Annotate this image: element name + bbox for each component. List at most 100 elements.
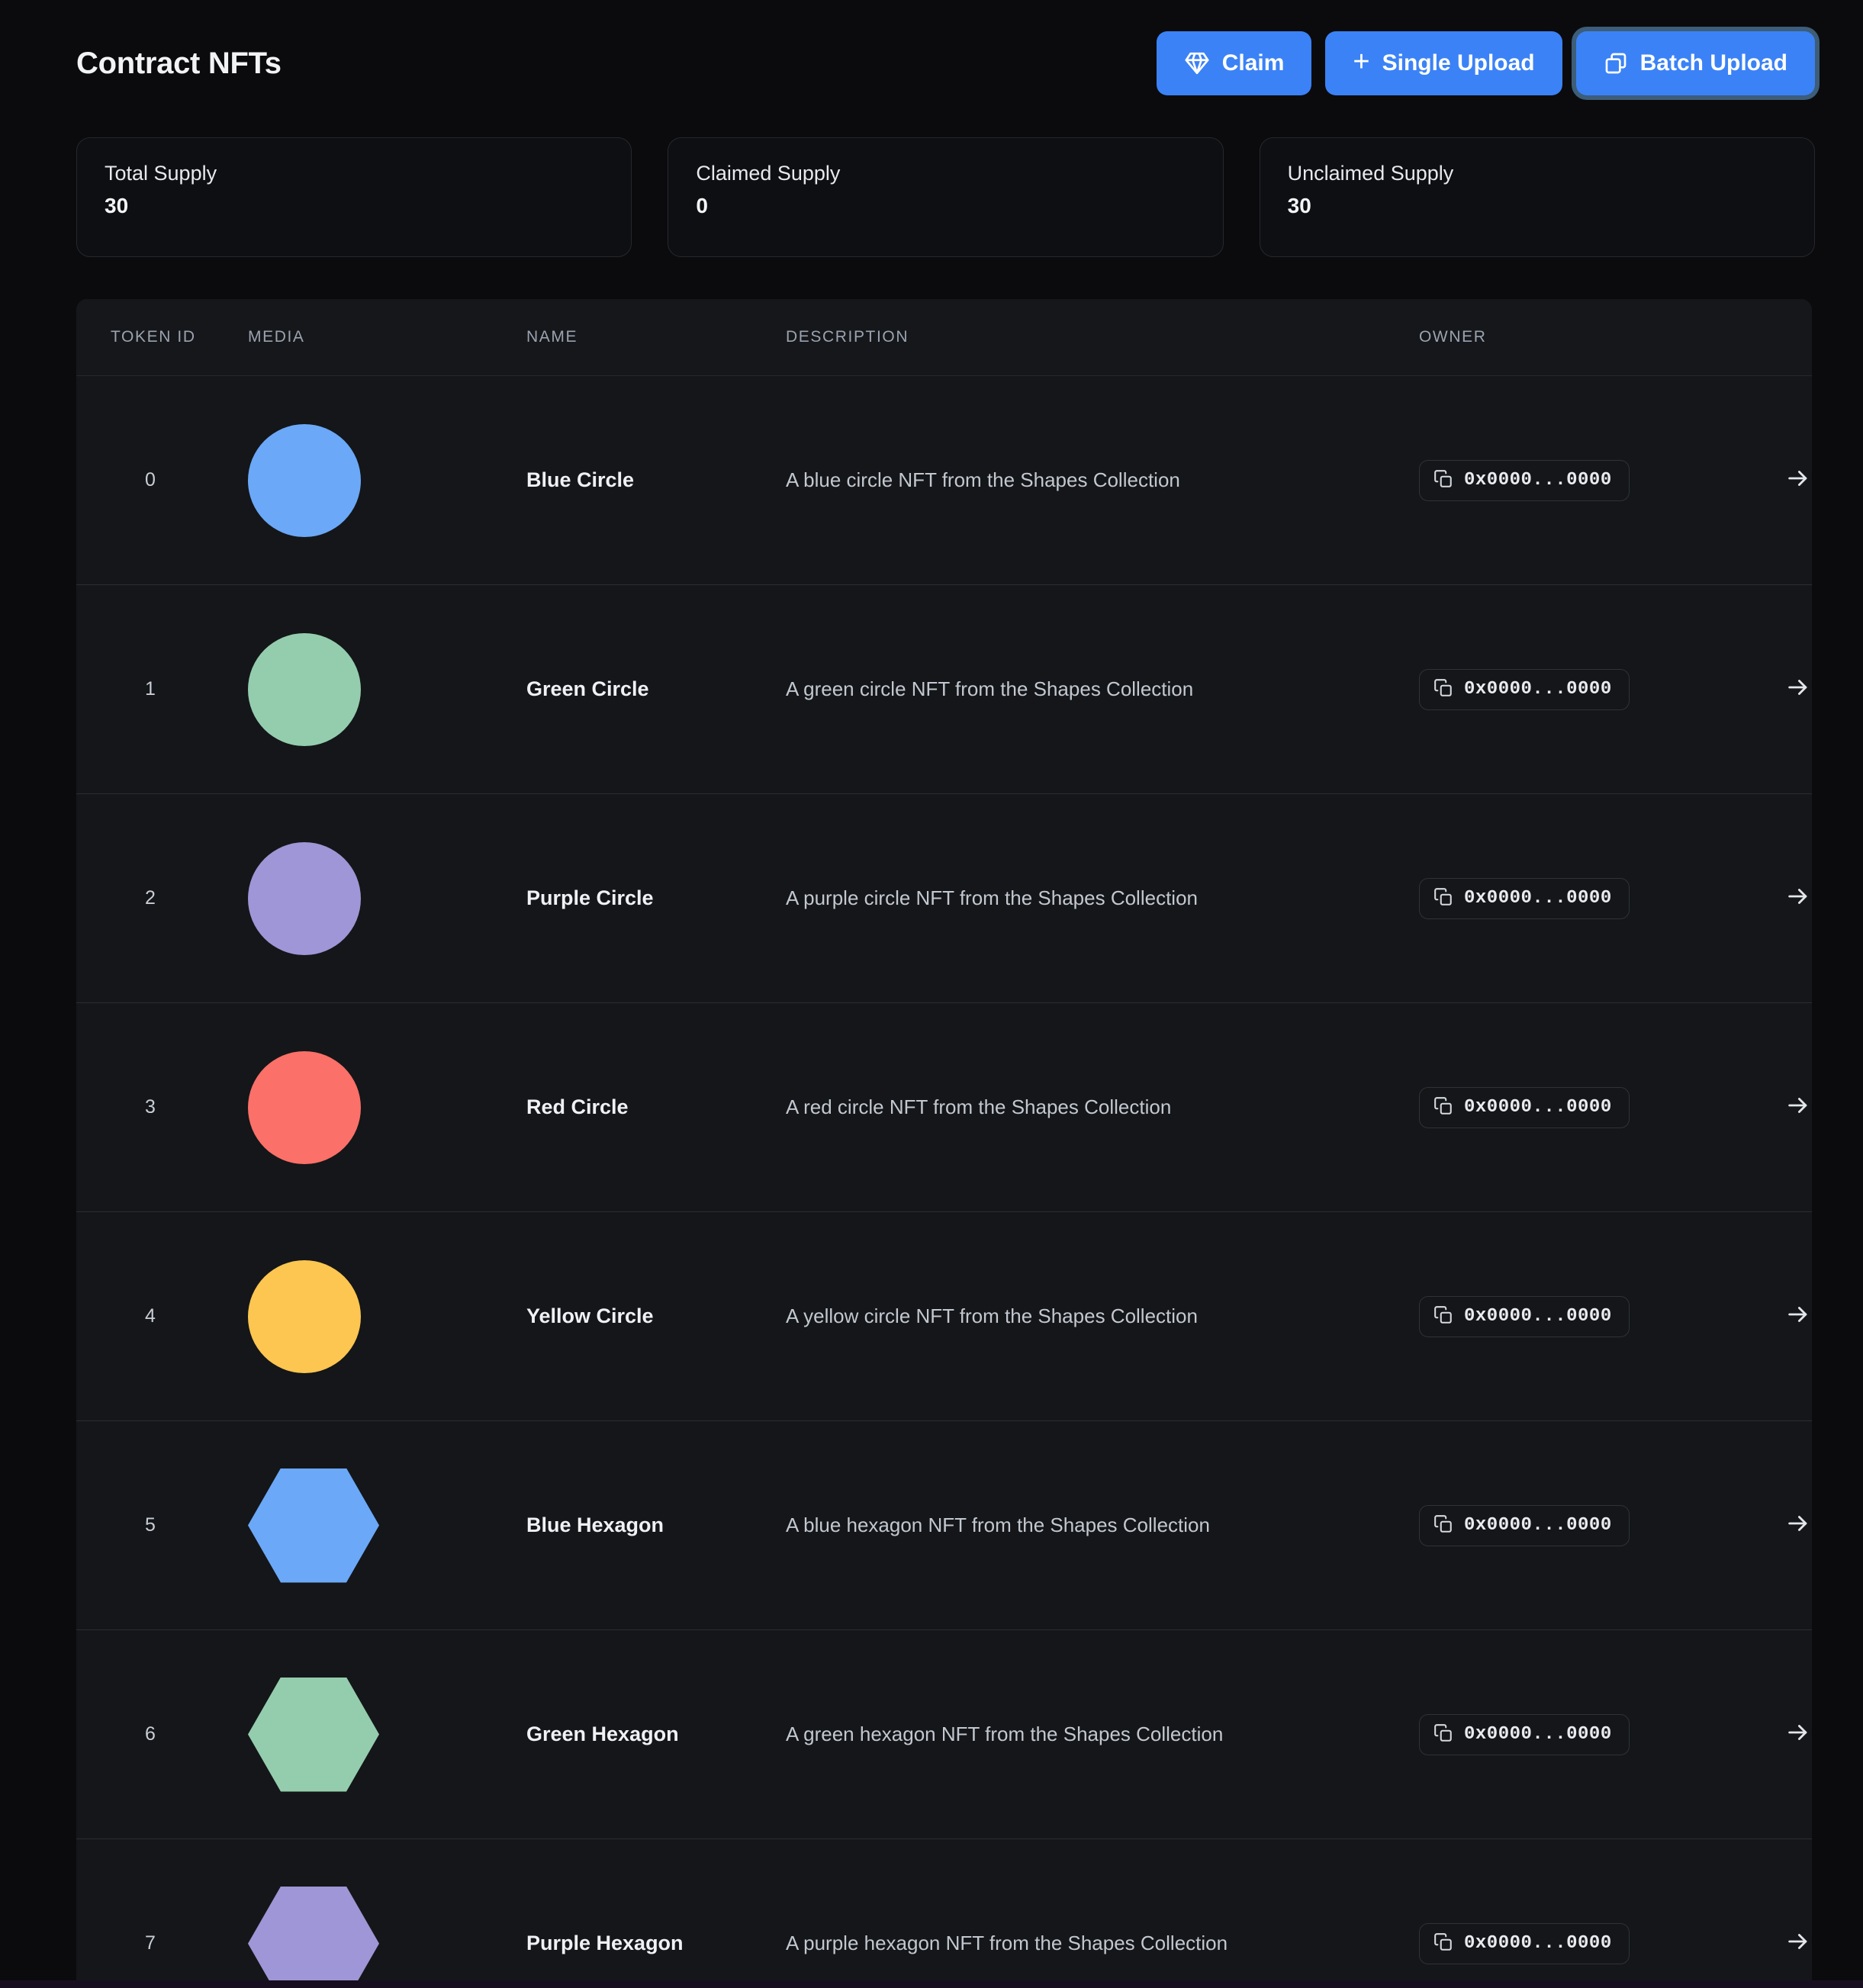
- column-header-owner: OWNER: [1419, 299, 1785, 376]
- cell-token-id: 3: [145, 1096, 156, 1118]
- owner-address: 0x0000...0000: [1464, 888, 1612, 909]
- arrow-right-icon: [1785, 1510, 1811, 1539]
- circle-shape: [248, 1259, 361, 1373]
- cell-name: Green Circle: [526, 677, 649, 700]
- claim-button[interactable]: Claim: [1156, 31, 1312, 95]
- cell-name: Purple Hexagon: [526, 1932, 684, 1955]
- row-detail-button[interactable]: [1785, 1928, 1811, 1957]
- arrow-right-icon: [1785, 1301, 1811, 1330]
- cell-description: A purple hexagon NFT from the Shapes Col…: [786, 1932, 1228, 1955]
- row-detail-button[interactable]: [1785, 1510, 1811, 1539]
- cell-media: [248, 1468, 526, 1583]
- table-row[interactable]: 6 Green Hexagon A green hexagon NFT from t…: [76, 1629, 1812, 1839]
- row-detail-button[interactable]: [1785, 1719, 1811, 1748]
- cell-token-id: 4: [145, 1305, 156, 1327]
- nft-table: TOKEN ID MEDIA NAME DESCRIPTION OWNER 0 B…: [76, 299, 1812, 1988]
- owner-copy-button[interactable]: 0x0000...0000: [1419, 1295, 1630, 1337]
- stat-value: 30: [1287, 193, 1311, 217]
- table-row[interactable]: 1 Green Circle A green circle NFT from the…: [76, 584, 1812, 794]
- single-upload-button[interactable]: + Single Upload: [1325, 31, 1562, 95]
- copy-icon: [1433, 1723, 1453, 1745]
- cell-token-id: 1: [145, 678, 156, 700]
- owner-copy-button[interactable]: 0x0000...0000: [1419, 1713, 1630, 1755]
- stat-card-unclaimed-supply: Unclaimed Supply 30: [1259, 137, 1815, 257]
- circle-shape: [248, 423, 361, 537]
- table-row[interactable]: 0 Blue Circle A blue circle NFT from the S…: [76, 375, 1812, 585]
- batch-upload-button[interactable]: Batch Upload: [1575, 31, 1815, 95]
- cell-name: Blue Circle: [526, 468, 635, 491]
- owner-copy-button[interactable]: 0x0000...0000: [1419, 1504, 1630, 1546]
- cell-name: Green Hexagon: [526, 1723, 679, 1745]
- owner-address: 0x0000...0000: [1464, 1097, 1612, 1118]
- cell-description: A green hexagon NFT from the Shapes Coll…: [786, 1723, 1224, 1745]
- cell-name: Purple Circle: [526, 886, 654, 909]
- column-header-action: [1785, 299, 1812, 376]
- table-row[interactable]: 7 Purple Hexagon A purple hexagon NFT from…: [76, 1839, 1812, 1988]
- owner-copy-button[interactable]: 0x0000...0000: [1419, 459, 1630, 501]
- cell-media: [248, 1259, 526, 1373]
- copy-icon: [1433, 678, 1453, 700]
- cell-token-id: 5: [145, 1514, 156, 1536]
- cell-token-id: 2: [145, 887, 156, 909]
- page-header: Contract NFTs Claim + Single Upload Batc…: [0, 0, 1863, 99]
- cell-media: [248, 632, 526, 746]
- batch-upload-button-label: Batch Upload: [1639, 50, 1787, 76]
- hexagon-shape: [248, 1886, 379, 1988]
- bottom-edge-tint: [0, 1980, 1863, 1988]
- circle-shape: [248, 841, 361, 955]
- cell-description: A blue circle NFT from the Shapes Collec…: [786, 468, 1180, 491]
- column-header-token-id: TOKEN ID: [76, 299, 248, 376]
- owner-address: 0x0000...0000: [1464, 1515, 1612, 1536]
- plus-icon: +: [1353, 46, 1370, 78]
- cell-name: Red Circle: [526, 1095, 629, 1118]
- nft-table-body: 0 Blue Circle A blue circle NFT from the S…: [76, 375, 1812, 1988]
- cell-description: A purple circle NFT from the Shapes Coll…: [786, 886, 1198, 909]
- copy-icon: [1433, 469, 1453, 491]
- owner-copy-button[interactable]: 0x0000...0000: [1419, 1086, 1630, 1128]
- circle-shape: [248, 1050, 361, 1164]
- row-detail-button[interactable]: [1785, 1301, 1811, 1330]
- owner-copy-button[interactable]: 0x0000...0000: [1419, 877, 1630, 919]
- cell-token-id: 0: [145, 469, 156, 491]
- cell-media: [248, 841, 526, 955]
- arrow-right-icon: [1785, 465, 1811, 494]
- table-row[interactable]: 2 Purple Circle A purple circle NFT from t…: [76, 793, 1812, 1003]
- row-detail-button[interactable]: [1785, 465, 1811, 494]
- cell-media: [248, 1050, 526, 1164]
- supply-stats: Total Supply 30 Claimed Supply 0 Unclaim…: [0, 99, 1863, 257]
- cell-description: A green circle NFT from the Shapes Colle…: [786, 677, 1194, 700]
- nft-table-container: TOKEN ID MEDIA NAME DESCRIPTION OWNER 0 B…: [76, 299, 1812, 1988]
- page-title: Contract NFTs: [76, 46, 282, 80]
- table-row[interactable]: 3 Red Circle A red circle NFT from the Sha…: [76, 1002, 1812, 1212]
- copy-icon: [1433, 1305, 1453, 1327]
- owner-copy-button[interactable]: 0x0000...0000: [1419, 668, 1630, 710]
- row-detail-button[interactable]: [1785, 883, 1811, 912]
- cell-token-id: 7: [145, 1932, 156, 1954]
- hexagon-shape: [248, 1468, 379, 1583]
- single-upload-button-label: Single Upload: [1382, 50, 1535, 76]
- stat-label: Unclaimed Supply: [1287, 162, 1454, 185]
- nft-table-head: TOKEN ID MEDIA NAME DESCRIPTION OWNER: [76, 299, 1812, 376]
- copy-icon: [1433, 1096, 1453, 1118]
- row-detail-button[interactable]: [1785, 674, 1811, 703]
- owner-address: 0x0000...0000: [1464, 679, 1612, 700]
- cell-media: [248, 1677, 526, 1792]
- arrow-right-icon: [1785, 1092, 1811, 1121]
- arrow-right-icon: [1785, 1928, 1811, 1957]
- copy-icon: [1433, 1514, 1453, 1536]
- table-row[interactable]: 4 Yellow Circle A yellow circle NFT from t…: [76, 1211, 1812, 1421]
- owner-address: 0x0000...0000: [1464, 470, 1612, 491]
- cell-description: A yellow circle NFT from the Shapes Coll…: [786, 1304, 1198, 1327]
- row-detail-button[interactable]: [1785, 1092, 1811, 1121]
- arrow-right-icon: [1785, 883, 1811, 912]
- table-header-row: TOKEN ID MEDIA NAME DESCRIPTION OWNER: [76, 299, 1812, 376]
- owner-address: 0x0000...0000: [1464, 1724, 1612, 1745]
- owner-copy-button[interactable]: 0x0000...0000: [1419, 1922, 1630, 1964]
- hexagon-shape: [248, 1677, 379, 1792]
- table-row[interactable]: 5 Blue Hexagon A blue hexagon NFT from the…: [76, 1420, 1812, 1630]
- arrow-right-icon: [1785, 674, 1811, 703]
- copy-icon: [1433, 887, 1453, 909]
- arrow-right-icon: [1785, 1719, 1811, 1748]
- stat-value: 30: [105, 193, 129, 217]
- contract-nfts-page: Contract NFTs Claim + Single Upload Batc…: [0, 0, 1863, 1988]
